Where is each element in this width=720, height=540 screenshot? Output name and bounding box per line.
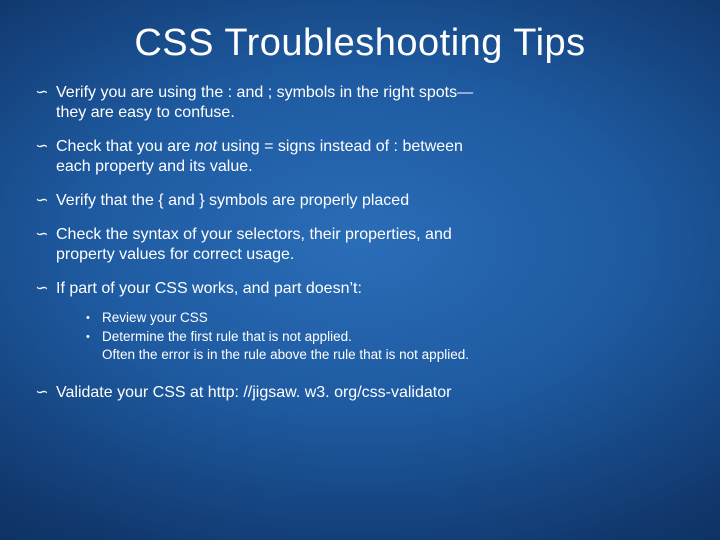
bullet-icon: ∽ (28, 279, 56, 299)
bullet-icon: ∽ (28, 83, 56, 103)
slide-body: ∽ Verify you are using the : and ; symbo… (0, 65, 720, 403)
bullet-icon: ∽ (28, 191, 56, 211)
list-item: ∽ Check that you are not using = signs i… (28, 137, 692, 177)
list-text: Check that you are not using = signs ins… (56, 137, 692, 177)
list-text: Validate your CSS at http: //jigsaw. w3.… (56, 383, 692, 403)
sub-bullet-icon: • (86, 309, 102, 326)
list-text: Verify you are using the : and ; symbols… (56, 83, 692, 123)
list-item: ∽ Verify you are using the : and ; symbo… (28, 83, 692, 123)
list-text: Check the syntax of your selectors, thei… (56, 225, 692, 265)
list-text: Verify that the { and } symbols are prop… (56, 191, 692, 211)
bullet-icon: ∽ (28, 383, 56, 403)
list-text: If part of your CSS works, and part does… (56, 279, 692, 299)
sub-list-text: Review your CSS (102, 309, 692, 327)
sub-list-text: Determine the first rule that is not app… (102, 328, 692, 364)
list-item: ∽ Verify that the { and } symbols are pr… (28, 191, 692, 211)
sub-list-item: • Determine the first rule that is not a… (86, 328, 692, 364)
list-item: ∽ Check the syntax of your selectors, th… (28, 225, 692, 265)
sub-bullet-icon: • (86, 328, 102, 345)
bullet-icon: ∽ (28, 225, 56, 245)
sub-list: • Review your CSS • Determine the first … (28, 309, 692, 365)
sub-list-item: • Review your CSS (86, 309, 692, 327)
slide-title: CSS Troubleshooting Tips (0, 0, 720, 65)
list-item: ∽ Validate your CSS at http: //jigsaw. w… (28, 383, 692, 403)
bullet-icon: ∽ (28, 137, 56, 157)
list-item: ∽ If part of your CSS works, and part do… (28, 279, 692, 299)
